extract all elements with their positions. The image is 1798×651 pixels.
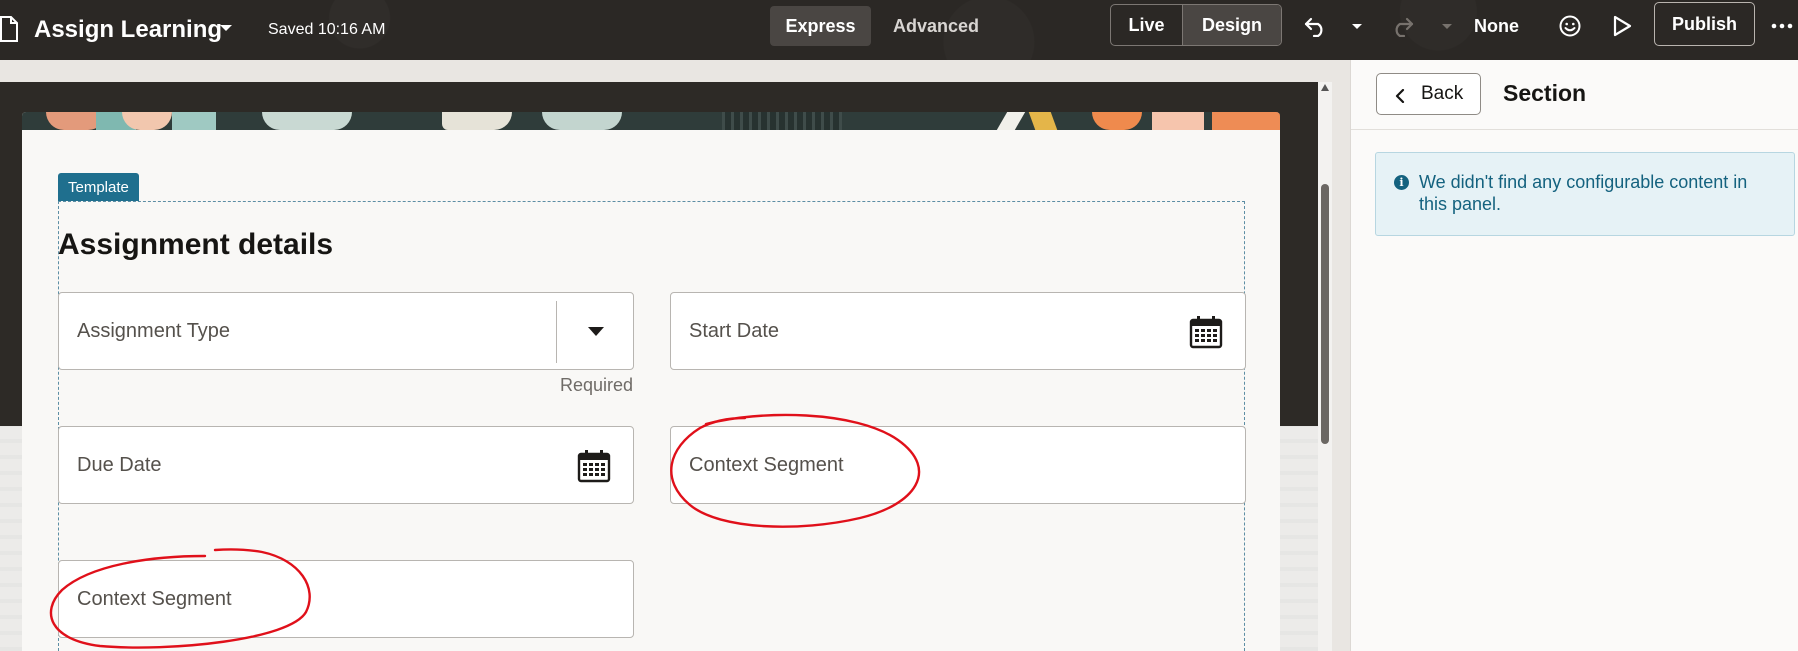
section-title: Assignment details xyxy=(58,228,334,261)
assignment-type-label: Assignment Type xyxy=(77,319,231,342)
context-segment-field-1[interactable]: Context Segment xyxy=(670,426,1246,504)
decorative-banner xyxy=(22,112,1280,130)
undo-dropdown-icon[interactable] xyxy=(1346,12,1368,40)
info-message-box: i We didn't find any configurable conten… xyxy=(1375,152,1795,236)
back-button-label: Back xyxy=(1421,83,1464,104)
scroll-up-arrow-icon[interactable] xyxy=(1321,84,1329,91)
info-icon: i xyxy=(1394,175,1409,190)
redo-icon xyxy=(1388,12,1416,40)
assignment-type-select[interactable]: Assignment Type xyxy=(58,292,634,370)
chevron-left-icon xyxy=(1395,87,1405,104)
preview-play-icon[interactable] xyxy=(1608,12,1636,40)
scrollbar-thumb[interactable] xyxy=(1321,184,1329,444)
publish-button[interactable]: Publish xyxy=(1654,2,1755,46)
start-date-field[interactable]: Start Date xyxy=(670,292,1246,370)
more-options-icon[interactable] xyxy=(1770,12,1798,40)
panel-title: Section xyxy=(1503,80,1587,106)
undo-icon[interactable] xyxy=(1302,12,1330,40)
start-date-label: Start Date xyxy=(689,319,780,342)
due-date-label: Due Date xyxy=(77,453,162,476)
title-dropdown-icon[interactable] xyxy=(218,18,234,38)
chevron-down-icon[interactable] xyxy=(588,327,604,336)
required-helper-text: Required xyxy=(560,375,634,395)
live-button[interactable]: Live xyxy=(1111,5,1183,45)
app-title: Assign Learning xyxy=(34,16,223,43)
design-button[interactable]: Design xyxy=(1183,5,1281,45)
none-selector[interactable]: None xyxy=(1474,12,1519,40)
info-message-text: We didn't find any configurable content … xyxy=(1419,172,1748,214)
redo-dropdown-icon xyxy=(1436,12,1458,40)
properties-panel: Back Section i We didn't find any config… xyxy=(1350,60,1798,651)
template-tag[interactable]: Template xyxy=(58,173,139,201)
context-segment-label-1: Context Segment xyxy=(689,453,844,476)
advanced-mode-button[interactable]: Advanced xyxy=(878,6,994,46)
select-divider xyxy=(556,301,557,363)
smiley-icon[interactable] xyxy=(1556,12,1584,40)
live-design-toggle: Live Design xyxy=(1110,4,1282,46)
context-segment-label-2: Context Segment xyxy=(77,587,232,610)
back-button[interactable]: Back xyxy=(1376,73,1481,115)
express-mode-button[interactable]: Express xyxy=(770,6,871,46)
due-date-field[interactable]: Due Date xyxy=(58,426,634,504)
panel-header: Back Section xyxy=(1351,60,1798,130)
saved-status: Saved 10:16 AM xyxy=(268,21,386,38)
context-segment-field-2[interactable]: Context Segment xyxy=(58,560,634,638)
calendar-icon[interactable] xyxy=(577,449,611,483)
top-bar: Assign Learning Saved 10:16 AM Express A… xyxy=(0,0,1798,60)
calendar-icon[interactable] xyxy=(1189,315,1223,349)
document-icon xyxy=(0,16,18,42)
